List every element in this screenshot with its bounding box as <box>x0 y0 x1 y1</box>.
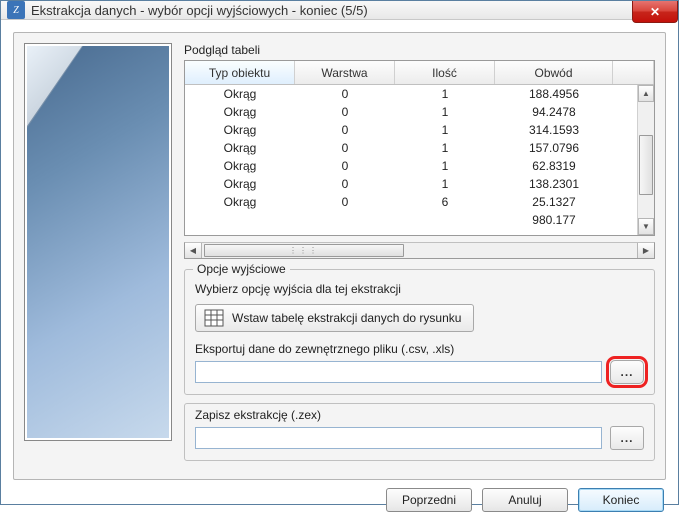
column-header-spacer <box>613 61 654 84</box>
export-file-row: ... <box>195 360 644 384</box>
table-cell: Okrąg <box>185 85 295 103</box>
table-preview-label: Podgląd tabeli <box>184 43 655 57</box>
table-cell: 1 <box>395 139 495 157</box>
scroll-left-icon[interactable]: ◀ <box>185 243 202 258</box>
table-cell: 6 <box>395 193 495 211</box>
table-header-row: Typ obiektu Warstwa Ilość Obwód <box>185 61 654 85</box>
preview-table: Typ obiektu Warstwa Ilość Obwód Okrąg011… <box>184 60 655 236</box>
output-options-group: Opcje wyjściowe Wybierz opcję wyjścia dl… <box>184 269 655 395</box>
table-body: Okrąg01188.4956Okrąg0194.2478Okrąg01314.… <box>185 85 654 235</box>
save-extraction-label: Zapisz ekstrakcję (.zex) <box>195 408 644 422</box>
export-path-input[interactable] <box>195 361 602 383</box>
table-cell: 0 <box>295 175 395 193</box>
table-cell: Okrąg <box>185 139 295 157</box>
table-cell: 980.177 <box>495 211 613 229</box>
table-cell: 0 <box>295 121 395 139</box>
content-area: Podgląd tabeli Typ obiektu Warstwa Ilość… <box>1 20 678 526</box>
hscroll-thumb[interactable]: ⋮⋮⋮ <box>204 244 404 257</box>
save-extraction-group: Zapisz ekstrakcję (.zex) ... <box>184 403 655 461</box>
table-cell: 1 <box>395 157 495 175</box>
cancel-button[interactable]: Anuluj <box>482 488 568 512</box>
scroll-thumb[interactable] <box>639 135 653 195</box>
table-row[interactable]: Okrąg0162.8319 <box>185 157 637 175</box>
page-preview <box>24 43 172 441</box>
save-path-input[interactable] <box>195 427 602 449</box>
table-row[interactable]: Okrąg01138.2301 <box>185 175 637 193</box>
table-cell: 62.8319 <box>495 157 613 175</box>
table-cell: Okrąg <box>185 121 295 139</box>
table-cell: 94.2478 <box>495 103 613 121</box>
rows-container: Okrąg01188.4956Okrąg0194.2478Okrąg01314.… <box>185 85 637 235</box>
hscroll-track[interactable]: ⋮⋮⋮ <box>202 243 637 258</box>
right-column: Podgląd tabeli Typ obiektu Warstwa Ilość… <box>184 43 655 469</box>
table-cell: 188.4956 <box>495 85 613 103</box>
table-cell: 1 <box>395 175 495 193</box>
scroll-right-icon[interactable]: ▶ <box>637 243 654 258</box>
button-bar: Poprzedni Anuluj Koniec <box>13 480 666 514</box>
table-cell: 1 <box>395 121 495 139</box>
save-extraction-row: ... <box>195 426 644 450</box>
table-cell: Okrąg <box>185 103 295 121</box>
table-icon <box>204 309 224 327</box>
table-cell: 0 <box>295 103 395 121</box>
table-cell: 157.0796 <box>495 139 613 157</box>
table-cell <box>295 211 395 229</box>
previous-button[interactable]: Poprzedni <box>386 488 472 512</box>
table-cell: Okrąg <box>185 193 295 211</box>
table-cell: 25.1327 <box>495 193 613 211</box>
table-row[interactable]: Okrąg0625.1327 <box>185 193 637 211</box>
save-browse-button[interactable]: ... <box>610 426 644 450</box>
close-icon: ✕ <box>650 5 660 19</box>
output-group-legend: Opcje wyjściowe <box>193 262 290 276</box>
column-header-layer[interactable]: Warstwa <box>295 61 395 84</box>
finish-button[interactable]: Koniec <box>578 488 664 512</box>
scroll-up-icon[interactable]: ▲ <box>638 85 654 102</box>
export-file-label: Eksportuj dane do zewnętrznego pliku (.c… <box>195 342 644 356</box>
column-header-type[interactable]: Typ obiektu <box>185 61 295 84</box>
column-header-count[interactable]: Ilość <box>395 61 495 84</box>
export-browse-button[interactable]: ... <box>610 360 644 384</box>
table-row[interactable]: Okrąg01314.1593 <box>185 121 637 139</box>
scroll-down-icon[interactable]: ▼ <box>638 218 654 235</box>
table-cell: 1 <box>395 103 495 121</box>
table-row[interactable]: Okrąg01157.0796 <box>185 139 637 157</box>
table-row[interactable]: Okrąg01188.4956 <box>185 85 637 103</box>
insert-table-label: Wstaw tabelę ekstrakcji danych do rysunk… <box>232 311 461 325</box>
table-cell: 0 <box>295 157 395 175</box>
table-cell <box>185 211 295 229</box>
table-cell: 0 <box>295 193 395 211</box>
vertical-scrollbar[interactable]: ▲ ▼ <box>637 85 654 235</box>
titlebar: Z Ekstrakcja danych - wybór opcji wyjści… <box>1 1 678 20</box>
close-button[interactable]: ✕ <box>632 1 678 23</box>
insert-table-button[interactable]: Wstaw tabelę ekstrakcji danych do rysunk… <box>195 304 474 332</box>
horizontal-scrollbar[interactable]: ◀ ⋮⋮⋮ ▶ <box>184 242 655 259</box>
table-cell <box>395 211 495 229</box>
table-cell: 0 <box>295 139 395 157</box>
table-cell: 1 <box>395 85 495 103</box>
table-row[interactable]: Okrąg0194.2478 <box>185 103 637 121</box>
table-cell: 138.2301 <box>495 175 613 193</box>
table-cell: Okrąg <box>185 175 295 193</box>
table-cell: 0 <box>295 85 395 103</box>
table-row[interactable]: 980.177 <box>185 211 637 229</box>
table-cell: Okrąg <box>185 157 295 175</box>
column-header-perimeter[interactable]: Obwód <box>495 61 613 84</box>
app-icon: Z <box>7 1 25 19</box>
main-panel: Podgląd tabeli Typ obiektu Warstwa Ilość… <box>13 32 666 480</box>
dialog-window: Z Ekstrakcja danych - wybór opcji wyjści… <box>0 0 679 505</box>
choose-output-label: Wybierz opcję wyjścia dla tej ekstrakcji <box>195 282 644 296</box>
window-title: Ekstrakcja danych - wybór opcji wyjściow… <box>31 3 368 18</box>
table-cell: 314.1593 <box>495 121 613 139</box>
